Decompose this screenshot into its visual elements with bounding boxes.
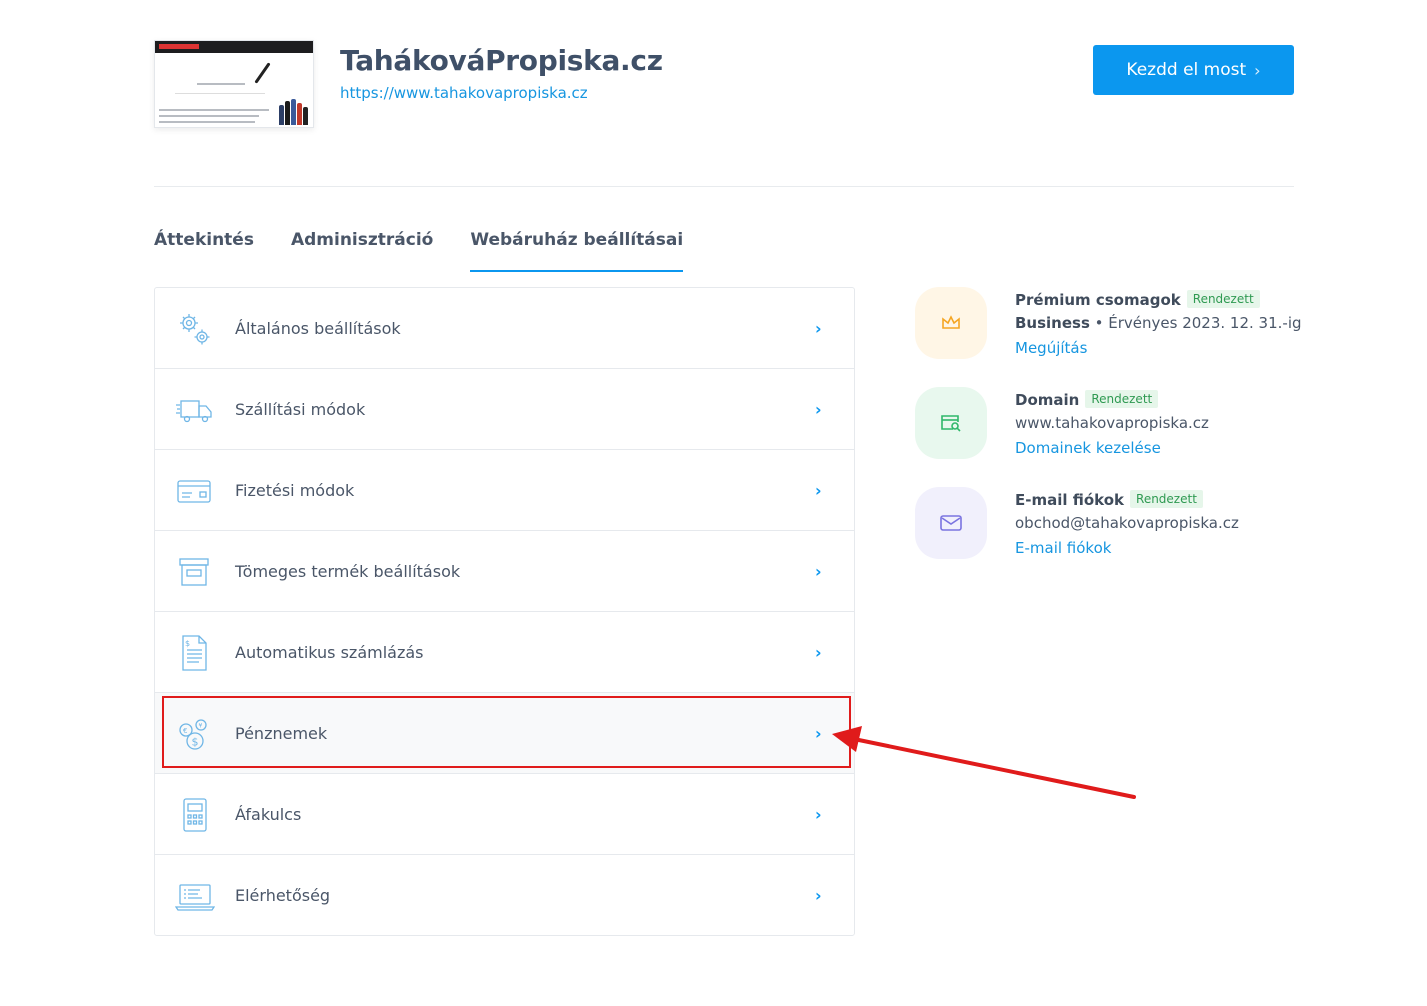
status-badge: Rendezett [1186,290,1260,308]
chevron-right-icon: › [815,886,822,905]
manage-domains-link[interactable]: Domainek kezelése [1015,439,1161,457]
svg-text:¥: ¥ [199,723,203,730]
settings-row-currencies[interactable]: $ € ¥ Pénznemek › [155,693,854,774]
service-detail: obchod@tahakovapropiska.cz [1015,514,1239,532]
site-title: TahákováPropiska.cz [340,44,663,77]
site-thumbnail[interactable] [154,40,314,128]
tab-webshop-settings[interactable]: Webáruház beállításai [470,230,683,272]
status-badge: Rendezett [1130,490,1203,508]
tab-overview[interactable]: Áttekintés [154,230,254,272]
tab-bar: Áttekintés Adminisztráció Webáruház beál… [154,230,683,272]
annotation-arrow-icon [832,726,1136,799]
settings-row-general[interactable]: Általános beállítások › [155,288,854,369]
crown-icon [942,315,960,329]
calculator-icon [183,798,207,832]
chevron-right-icon: › [815,642,822,662]
svg-text:$: $ [185,639,190,648]
tab-administration[interactable]: Adminisztráció [291,230,433,272]
settings-row-bulk-products[interactable]: Tömeges termék beállítások › [155,531,854,612]
settings-row-label: Automatikus számlázás [235,642,424,662]
page: TahákováPropiska.cz https://www.tahakova… [0,0,1427,1006]
settings-row-label: Áfakulcs [235,804,302,824]
service-name: Domain Rendezett [1015,390,1159,409]
start-now-label: Kezdd el most [1126,60,1247,80]
gears-icon [180,314,210,345]
chevron-right-icon: › [815,723,822,743]
domain-icon-tile [915,387,987,459]
header-divider [154,186,1294,187]
status-badge: Rendezett [1085,390,1159,408]
service-name: E-mail fiókok Rendezett [1015,490,1203,509]
settings-row-vat-rate[interactable]: Áfakulcs › [155,774,854,855]
settings-row-label: Elérhetőség [235,886,331,905]
svg-text:€: € [183,727,187,735]
laptop-icon [175,884,215,911]
envelope-icon [940,515,962,531]
service-email: E-mail fiókok Rendezett obchod@tahakovapr… [915,487,1295,577]
email-accounts-link[interactable]: E-mail fiókok [1015,539,1111,557]
chevron-right-icon: › [815,804,822,824]
credit-card-icon [177,480,211,503]
truck-icon [176,400,212,423]
settings-row-payment[interactable]: Fizetési módok › [155,450,854,531]
settings-list: Általános beállítások › Szállítási módok… [154,287,855,936]
settings-row-label: Pénznemek [235,723,328,743]
site-url-link[interactable]: https://www.tahakovapropiska.cz [340,84,588,102]
renew-link[interactable]: Megújítás [1015,339,1087,357]
chevron-right-icon: › [815,399,822,419]
chevron-right-icon: › [815,480,822,500]
chevron-right-icon: › [1254,60,1261,80]
domain-search-icon [941,415,961,432]
service-detail: Business • Érvényes 2023. 12. 31.-ig [1015,314,1302,332]
start-now-button[interactable]: Kezdd el most › [1093,45,1294,95]
email-icon-tile [915,487,987,559]
settings-row-label: Általános beállítások [235,318,401,338]
settings-row-label: Szállítási módok [235,399,366,419]
service-domain: Domain Rendezett www.tahakovapropiska.cz … [915,387,1295,477]
settings-row-label: Fizetési módok [235,480,355,500]
box-icon [179,558,209,586]
service-premium: Prémium csomagok Rendezett Business • Érv… [915,287,1302,377]
settings-row-contact[interactable]: Elérhetőség › [155,855,854,936]
settings-row-invoicing[interactable]: $ Automatikus számlázás › [155,612,854,693]
invoice-icon: $ [182,635,207,671]
settings-row-label: Tömeges termék beállítások [235,561,461,581]
settings-row-shipping[interactable]: Szállítási módok › [155,369,854,450]
premium-icon-tile [915,287,987,359]
chevron-right-icon: › [815,318,822,338]
svg-text:$: $ [192,736,199,749]
service-detail: www.tahakovapropiska.cz [1015,414,1209,432]
chevron-right-icon: › [815,561,822,581]
service-name: Prémium csomagok Rendezett [1015,290,1260,309]
currency-coins-icon: $ € ¥ [179,719,207,750]
